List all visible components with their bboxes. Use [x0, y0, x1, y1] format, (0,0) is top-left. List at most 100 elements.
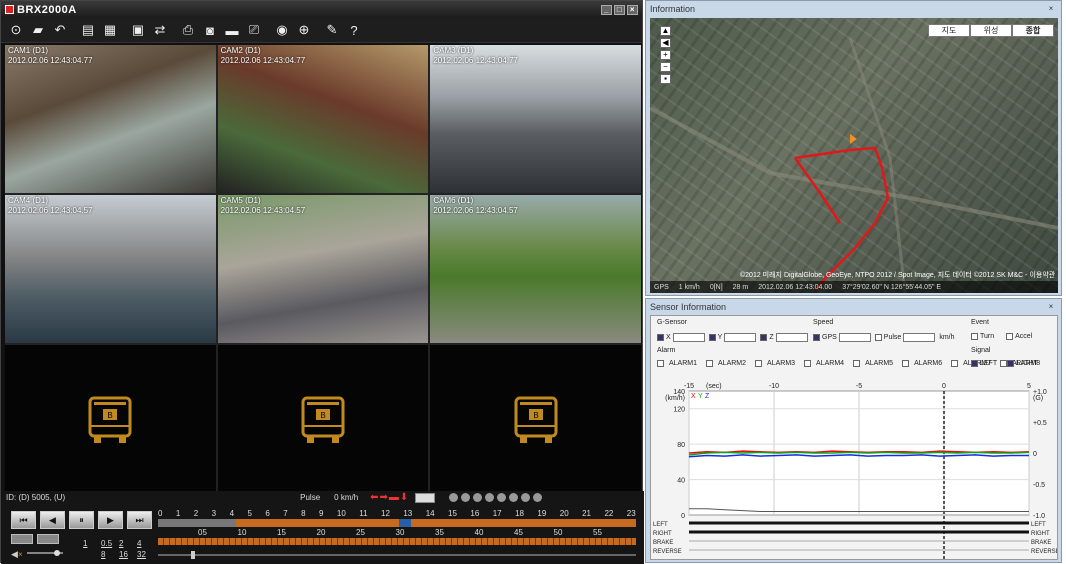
alarm-checkbox[interactable] [951, 360, 959, 367]
empty-channel[interactable]: B [217, 345, 429, 495]
speed-option[interactable]: 16 [119, 549, 137, 560]
hour-label: 17 [492, 509, 502, 518]
y-right-tick-label: 0 [1033, 451, 1037, 458]
pulse-speed-field[interactable] [903, 333, 936, 342]
zoom-out-button[interactable]: − [660, 62, 671, 72]
empty-channel[interactable]: B [430, 345, 641, 495]
back-icon[interactable]: ↶ [51, 21, 69, 39]
open-icon[interactable]: ⊙ [7, 21, 25, 39]
alarm-checkbox[interactable] [804, 360, 812, 367]
seek-slider[interactable] [158, 551, 636, 559]
pan-left-icon[interactable]: ◀ [660, 38, 671, 48]
zoom-in-button[interactable]: + [660, 50, 671, 60]
rewind-button[interactable]: ◀ [40, 511, 65, 529]
map-type-satellite[interactable]: 위성 [970, 24, 1012, 37]
right-signal-label: RIGHT [1016, 360, 1038, 367]
alarm-checkbox[interactable] [755, 360, 763, 367]
y-checkbox[interactable] [708, 334, 716, 341]
pause-button[interactable]: ⏸ [69, 511, 94, 529]
snapshot-button[interactable] [11, 534, 33, 544]
alarm-label: ALARM2 [718, 360, 747, 367]
z-checkbox[interactable] [760, 334, 768, 341]
y-left-unit-label: (km/h) [665, 395, 685, 402]
volume-knob[interactable] [54, 550, 60, 556]
minute-label: 05 [198, 528, 207, 537]
camera-icon[interactable]: ◙ [201, 21, 219, 39]
volume-slider[interactable]: ◀ × [11, 548, 66, 558]
alarm-dot [473, 493, 483, 502]
minute-bar[interactable] [158, 538, 636, 545]
export-icon[interactable]: ▣ [129, 21, 147, 39]
left-signal-checkbox[interactable] [971, 360, 978, 367]
print-icon[interactable]: ⎙ [179, 21, 197, 39]
x-field[interactable] [672, 333, 705, 342]
camera-view[interactable]: CAM6 (D1) 2012.02.06 12:43:04.57 [430, 195, 641, 343]
right-signal-checkbox[interactable] [1007, 360, 1015, 367]
help-icon[interactable]: ? [345, 21, 363, 39]
empty-channel[interactable]: B [5, 345, 216, 495]
hour-label: 4 [229, 509, 235, 518]
camera-name: CAM3 (D1) [433, 46, 474, 55]
x-unit-label: (sec) [706, 383, 722, 390]
settings-icon[interactable]: ✎ [323, 21, 341, 39]
pan-up-icon[interactable]: ▲ [660, 26, 671, 36]
convert-icon[interactable]: ⇄ [151, 21, 169, 39]
camera-view[interactable]: CAM3 (D1) 2012.02.06 12:43:04.77 [430, 45, 641, 193]
camera-name: CAM4 (D1) [8, 196, 49, 205]
alarm-checkbox[interactable] [853, 360, 861, 367]
camera-view[interactable]: CAM1 (D1) 2012.02.06 12:43:04.77 [5, 45, 216, 193]
x-axis-label: X [666, 334, 671, 341]
speed-option[interactable]: 4 [137, 538, 155, 549]
x-tick-label: -10 [769, 383, 779, 390]
hour-labels: 0 1 2 3 4 5 6 7 8 9 10 11 12 13 14 15 16 17 18 19 20 21 22 23 [158, 509, 636, 518]
sensor-window: Sensor Information × G-Sensor Speed Event… [645, 298, 1062, 563]
z-field[interactable] [775, 333, 808, 342]
turn-checkbox[interactable] [971, 333, 978, 340]
speed-option[interactable]: 8 [101, 549, 119, 560]
mode-toggle-button[interactable] [415, 492, 436, 503]
timeline[interactable]: 0 1 2 3 4 5 6 7 8 9 10 11 12 13 14 15 16 17 18 19 20 21 22 23 0… [158, 509, 636, 559]
alarm-checkbox[interactable] [657, 360, 664, 367]
close-button[interactable]: × [627, 4, 638, 15]
download-icon[interactable]: ⊕ [295, 21, 313, 39]
camera-view[interactable]: CAM5 (D1) 2012.02.06 12:43:04.57 [217, 195, 429, 343]
accel-checkbox[interactable] [1006, 333, 1014, 340]
map-type-map[interactable]: 지도 [928, 24, 970, 37]
printer-icon[interactable]: ⎚ [245, 21, 263, 39]
grid-icon[interactable]: ▦ [101, 21, 119, 39]
speed-option[interactable]: 1 [83, 538, 101, 549]
camera-view[interactable]: CAM2 (D1) 2012.02.06 12:43:04.77 [217, 45, 429, 193]
maximize-button[interactable]: □ [614, 4, 625, 15]
backup-button[interactable] [37, 534, 59, 544]
gps-checkbox[interactable] [813, 334, 820, 341]
alarm-checkbox[interactable] [706, 360, 714, 367]
minute-label: 20 [316, 528, 326, 537]
camera-view[interactable]: CAM4 (D1) 2012.02.06 12:43:04.57 [5, 195, 216, 343]
satellite-map[interactable]: ▲ ◀ + − ▪ 지도 위성 종합 ©2012 미래지 DigitalGlob… [650, 18, 1058, 293]
skip-start-button[interactable]: ⏮ [11, 511, 36, 529]
seek-handle[interactable] [191, 551, 195, 559]
y-field[interactable] [724, 333, 757, 342]
x-checkbox[interactable] [657, 334, 664, 341]
minimize-button[interactable]: _ [601, 4, 612, 15]
gps-speed-field[interactable] [838, 333, 871, 342]
minute-label: 50 [553, 528, 563, 537]
save-icon[interactable]: ▬ [223, 21, 241, 39]
alarm-checkbox[interactable] [902, 360, 910, 367]
event-label: Event [971, 319, 989, 326]
speed-option[interactable]: 32 [137, 549, 155, 560]
pulse-checkbox[interactable] [874, 334, 882, 341]
list-icon[interactable]: ▤ [79, 21, 97, 39]
skip-end-button[interactable]: ⏭ [127, 511, 152, 529]
signal-row-label-right: REVERSE [1031, 549, 1057, 555]
zoom-slider[interactable]: ▪ [660, 74, 671, 84]
map-type-hybrid[interactable]: 종합 [1012, 24, 1054, 37]
close-icon[interactable]: × [1045, 4, 1057, 14]
folder-icon[interactable]: ▰ [29, 21, 47, 39]
hour-bar[interactable] [158, 519, 636, 527]
speed-option[interactable]: 0.5 [101, 538, 119, 549]
speed-option[interactable]: 2 [119, 538, 137, 549]
play-button[interactable]: ▶ [98, 511, 123, 529]
close-icon[interactable]: × [1045, 302, 1057, 312]
record-icon[interactable]: ◉ [273, 21, 291, 39]
